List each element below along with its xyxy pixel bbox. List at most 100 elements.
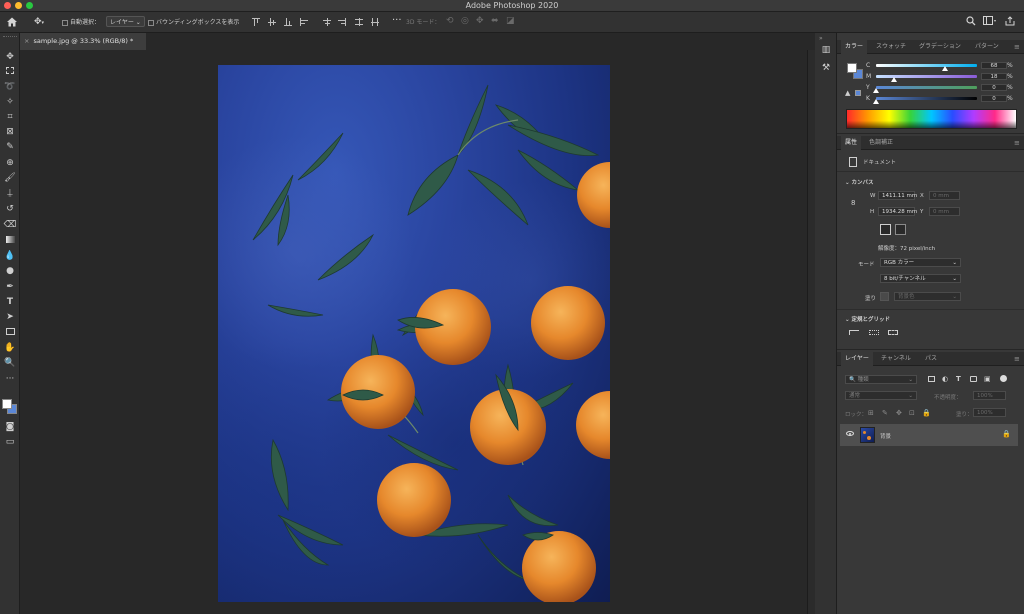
search-icon[interactable] bbox=[966, 16, 976, 26]
opacity-field[interactable]: 100% bbox=[973, 391, 1006, 400]
3d-scale-icon[interactable]: ◪ bbox=[506, 16, 515, 26]
channel-k-handle[interactable] bbox=[873, 99, 879, 104]
foreground-color-swatch[interactable] bbox=[2, 399, 12, 409]
channel-y-value[interactable]: 0 bbox=[981, 84, 1007, 91]
layer-select-dropdown[interactable]: レイヤー ⌄ bbox=[106, 16, 145, 27]
grid-icon[interactable] bbox=[869, 330, 879, 335]
lock-all-icon[interactable]: 🔒 bbox=[922, 409, 931, 417]
more-options-icon[interactable]: ··· bbox=[392, 15, 402, 26]
landscape-orientation-icon[interactable] bbox=[895, 224, 906, 235]
collapse-panels-icon[interactable]: » bbox=[819, 35, 823, 42]
tab-channels[interactable]: チャンネル bbox=[877, 352, 915, 366]
crop-tool-icon[interactable]: ⌗ bbox=[3, 111, 17, 124]
channel-c-handle[interactable] bbox=[942, 66, 948, 71]
layer-filter-dropdown[interactable]: 🔍 種類 ⌄ bbox=[845, 375, 917, 384]
align-top-icon[interactable] bbox=[252, 18, 260, 26]
w-field[interactable]: 1411.11 mm bbox=[878, 191, 917, 200]
brush-tool-icon[interactable]: 🖌 bbox=[3, 172, 17, 185]
lock-transparent-icon[interactable]: ⊞ bbox=[868, 409, 874, 417]
panel-menu-icon[interactable]: ≡ bbox=[1014, 139, 1020, 147]
color-spectrum-ramp[interactable] bbox=[846, 109, 1017, 129]
distribute-vertical-icon[interactable] bbox=[355, 18, 363, 26]
layer-fill-field[interactable]: 100% bbox=[973, 408, 1006, 417]
eyedropper-tool-icon[interactable]: ✎ bbox=[3, 141, 17, 154]
y-field[interactable]: 0 mm bbox=[929, 207, 960, 216]
fill-color-swatch[interactable] bbox=[880, 292, 889, 301]
zoom-tool-icon[interactable]: 🔍 bbox=[3, 357, 17, 370]
healing-brush-tool-icon[interactable]: ⊕ bbox=[3, 157, 17, 170]
document-tab[interactable]: × sample.jpg @ 33.3% (RGB/8) * bbox=[20, 33, 146, 50]
tab-properties[interactable]: 属性 bbox=[841, 136, 862, 150]
workspace-icon[interactable] bbox=[983, 16, 997, 26]
3d-slide-icon[interactable]: ⬌ bbox=[491, 16, 499, 26]
auto-select-checkbox[interactable] bbox=[62, 19, 68, 26]
pen-tool-icon[interactable]: ✒ bbox=[3, 281, 17, 294]
move-tool-preset-icon[interactable]: ✥▾ bbox=[34, 16, 52, 28]
channel-k-slider[interactable] bbox=[876, 97, 977, 100]
3d-pan-icon[interactable]: ✥ bbox=[476, 16, 484, 26]
channel-c-value[interactable]: 68 bbox=[981, 62, 1007, 69]
screen-mode-icon[interactable]: ▭ bbox=[3, 436, 17, 449]
ruler-icon[interactable] bbox=[849, 330, 859, 335]
tab-paths[interactable]: パス bbox=[921, 352, 941, 366]
filter-pixel-icon[interactable] bbox=[928, 376, 935, 382]
edit-toolbar-icon[interactable]: ··· bbox=[3, 373, 17, 386]
quick-mask-icon[interactable]: ◙ bbox=[3, 421, 17, 434]
properties-panel-icon[interactable]: ⚒ bbox=[819, 63, 833, 75]
align-middle-icon[interactable] bbox=[268, 18, 276, 26]
hand-tool-icon[interactable]: ✋ bbox=[3, 342, 17, 355]
filter-shape-icon[interactable] bbox=[970, 376, 977, 382]
align-right-icon[interactable] bbox=[338, 18, 346, 26]
bit-depth-dropdown[interactable]: 8 bit/チャンネル ⌄ bbox=[880, 274, 961, 283]
filter-type-icon[interactable]: T bbox=[956, 375, 961, 383]
lasso-tool-icon[interactable]: ➰ bbox=[3, 81, 17, 94]
move-tool-icon[interactable]: ✥ bbox=[3, 51, 17, 64]
guides-icon[interactable] bbox=[888, 330, 898, 335]
channel-y-slider[interactable] bbox=[876, 86, 977, 89]
tab-adjustments[interactable]: 色調補正 bbox=[865, 136, 897, 150]
h-field[interactable]: 1934.28 mm bbox=[878, 207, 917, 216]
type-tool-icon[interactable]: T bbox=[3, 296, 17, 309]
history-panel-icon[interactable]: ▥ bbox=[819, 45, 833, 57]
tab-color[interactable]: カラー bbox=[841, 40, 868, 54]
magic-wand-tool-icon[interactable]: ✧ bbox=[3, 96, 17, 109]
gradient-tool-icon[interactable] bbox=[3, 235, 17, 248]
path-selection-tool-icon[interactable]: ➤ bbox=[3, 311, 17, 324]
portrait-orientation-icon[interactable] bbox=[880, 224, 891, 235]
layer-row[interactable]: 背景 🔒 bbox=[840, 424, 1018, 446]
blur-tool-icon[interactable]: 💧 bbox=[3, 250, 17, 263]
lock-image-icon[interactable]: ✎ bbox=[882, 409, 888, 417]
align-bottom-icon[interactable] bbox=[284, 18, 292, 26]
document-image[interactable] bbox=[218, 65, 610, 602]
align-center-icon[interactable] bbox=[323, 18, 331, 26]
3d-rotate-icon[interactable]: ⟲ bbox=[446, 16, 454, 26]
close-tab-icon[interactable]: × bbox=[24, 37, 29, 45]
fill-dropdown[interactable]: 背景色 ⌄ bbox=[894, 292, 961, 301]
share-icon[interactable] bbox=[1005, 16, 1015, 26]
x-field[interactable]: 0 mm bbox=[929, 191, 960, 200]
frame-tool-icon[interactable]: ⊠ bbox=[3, 126, 17, 139]
link-icon[interactable]: 8 bbox=[851, 199, 855, 207]
filter-toggle-icon[interactable] bbox=[1000, 375, 1007, 382]
3d-roll-icon[interactable]: ◎ bbox=[461, 16, 469, 26]
guides-section-header[interactable]: ⌄ 定規とグリッド bbox=[845, 315, 890, 323]
lock-position-icon[interactable]: ✥ bbox=[896, 409, 902, 417]
history-brush-tool-icon[interactable]: ↺ bbox=[3, 203, 17, 216]
mode-dropdown[interactable]: RGB カラー ⌄ bbox=[880, 258, 961, 267]
bbox-checkbox[interactable] bbox=[148, 19, 154, 26]
align-left-icon[interactable] bbox=[300, 18, 308, 26]
filter-adjustment-icon[interactable]: ◐ bbox=[942, 375, 948, 383]
tab-gradients[interactable]: グラデーション bbox=[915, 40, 965, 54]
vertical-scrollbar[interactable] bbox=[807, 50, 815, 614]
tab-swatches[interactable]: スウォッチ bbox=[872, 40, 910, 54]
panel-menu-icon[interactable]: ≡ bbox=[1014, 355, 1020, 363]
lock-artboard-icon[interactable]: ⊡ bbox=[909, 409, 915, 417]
layer-name[interactable]: 背景 bbox=[880, 432, 891, 440]
channel-m-handle[interactable] bbox=[891, 77, 897, 82]
eye-icon[interactable] bbox=[846, 431, 854, 436]
rectangle-tool-icon[interactable] bbox=[3, 327, 17, 340]
eraser-tool-icon[interactable]: ⌫ bbox=[3, 219, 17, 232]
marquee-tool-icon[interactable] bbox=[3, 66, 17, 79]
tab-patterns[interactable]: パターン bbox=[971, 40, 1003, 54]
blend-mode-dropdown[interactable]: 通常 ⌄ bbox=[845, 391, 917, 400]
